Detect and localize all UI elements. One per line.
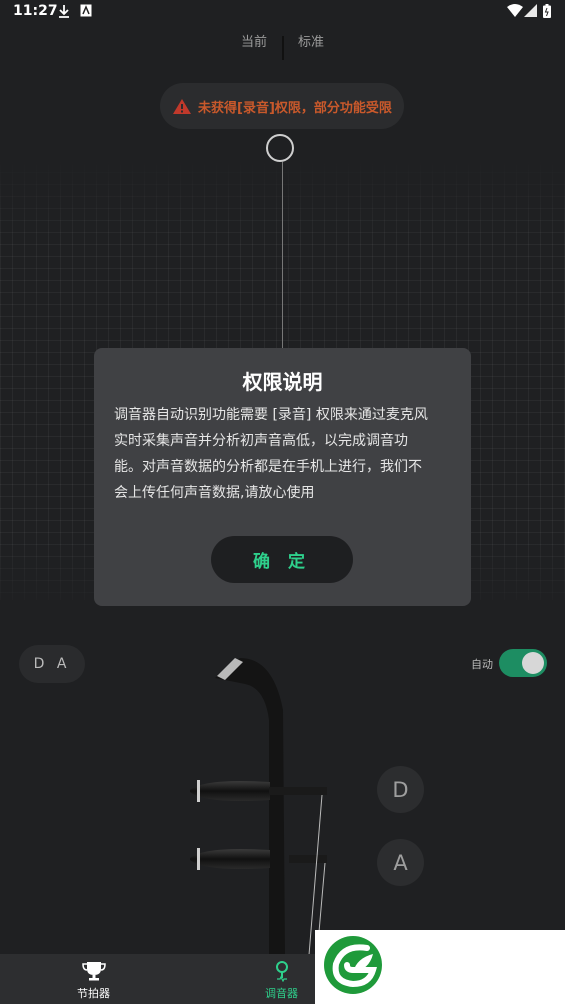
tuner-needle-head (266, 134, 294, 162)
permission-warning[interactable]: 未获得[录音]权限，部分功能受限 (160, 83, 404, 129)
dialog-body-line: 能。对声音数据的分析都是在手机上进行，我们不 (114, 459, 422, 475)
ad-banner[interactable] (315, 930, 565, 1004)
confirm-button[interactable]: 确 定 (211, 536, 353, 583)
leaf-logo (324, 936, 382, 994)
tab-current[interactable]: 当前 (241, 31, 267, 50)
download-icon (59, 5, 69, 18)
trophy-icon (82, 962, 106, 981)
dialog-body-line: 会上传任何声音数据,请放心使用 (114, 485, 315, 501)
toggle-knob (522, 652, 544, 674)
wifi-icon (507, 4, 523, 17)
dialog-body-line: 调音器自动识别功能需要 [录音] 权限来通过麦克风 (114, 407, 428, 423)
dialog-title: 权限说明 (242, 370, 323, 394)
auto-toggle[interactable] (499, 649, 547, 677)
mode-divider (282, 36, 284, 60)
status-time: 11:27 (13, 3, 58, 19)
string-selector[interactable]: D A (19, 645, 85, 683)
bottom-nav: 节拍器 调音器 (0, 954, 315, 1004)
signal-icon (524, 4, 537, 17)
nav-label: 节拍器 (77, 987, 110, 1000)
warning-text: 未获得[录音]权限，部分功能受限 (198, 100, 392, 116)
auto-label: 自动 (471, 658, 493, 671)
notification-icon (80, 4, 92, 17)
note-button-d[interactable]: D (377, 766, 424, 813)
nav-item-metronome[interactable]: 节拍器 (15, 954, 172, 1004)
erhu-image (190, 658, 327, 956)
tuner-needle-line (282, 162, 283, 352)
warning-icon (173, 98, 192, 114)
dialog-body: 调音器自动识别功能需要 [录音] 权限来通过麦克风 实时采集声音并分析初声音高低… (114, 402, 454, 506)
status-bar: 11:27 (0, 0, 565, 24)
note-button-a[interactable]: A (377, 839, 424, 886)
tab-standard[interactable]: 标准 (298, 31, 324, 50)
battery-icon (543, 4, 551, 18)
permission-dialog: 权限说明 调音器自动识别功能需要 [录音] 权限来通过麦克风 实时采集声音并分析… (94, 348, 471, 606)
dialog-body-line: 实时采集声音并分析初声音高低，以完成调音功 (114, 433, 408, 449)
